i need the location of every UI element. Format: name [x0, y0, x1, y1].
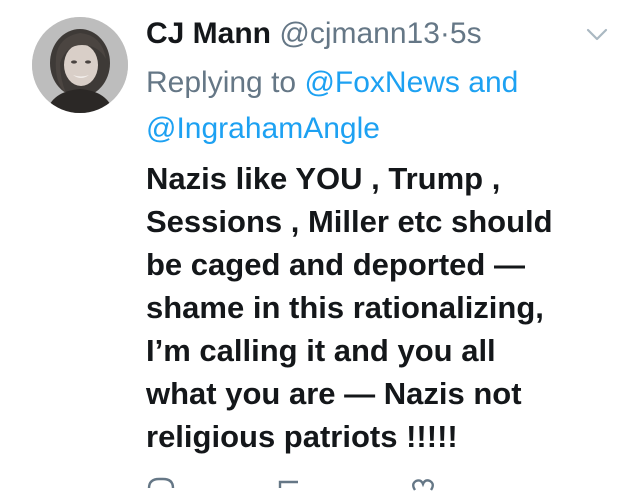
reply-icon[interactable]: [146, 476, 176, 496]
display-name[interactable]: CJ Mann: [146, 17, 271, 50]
retweet-icon[interactable]: [276, 476, 306, 496]
tweet-text-line: shame in this rationalizing,: [146, 290, 544, 325]
tweet-text-line: Nazis like YOU , Trump ,: [146, 161, 501, 196]
avatar[interactable]: [32, 17, 128, 113]
replying-to-conjunction: and: [468, 66, 519, 99]
tweet-text-line: I’m calling it and you all: [146, 333, 496, 368]
tweet-text-line: be caged and deported —: [146, 247, 525, 282]
mention-foxnews[interactable]: @FoxNews: [304, 66, 459, 99]
mention-ingrahamangle[interactable]: @IngrahamAngle: [146, 112, 380, 145]
tweet-text-line: Sessions , Miller etc should: [146, 204, 553, 239]
tweet: CJ Mann @cjmann13·5s Replying to @FoxNew…: [0, 0, 640, 491]
tweet-text-line: religious patriots !!!!!: [146, 419, 458, 454]
avatar-image: [32, 17, 128, 113]
replying-to-label: Replying to: [146, 66, 297, 99]
heart-icon[interactable]: [408, 476, 438, 496]
tweet-text-line: what you are — Nazis not: [146, 376, 522, 411]
tweet-actions: [146, 476, 616, 496]
user-handle[interactable]: @cjmann13: [279, 17, 440, 50]
separator-dot: ·: [439, 17, 450, 50]
timestamp[interactable]: 5s: [450, 17, 482, 50]
tweet-text: Nazis like YOU , Trump , Sessions , Mill…: [146, 157, 626, 458]
replying-to: Replying to @FoxNews and @IngrahamAngle: [146, 60, 616, 152]
tweet-header: CJ Mann @cjmann13·5s: [146, 14, 482, 54]
chevron-down-icon[interactable]: [584, 24, 610, 44]
